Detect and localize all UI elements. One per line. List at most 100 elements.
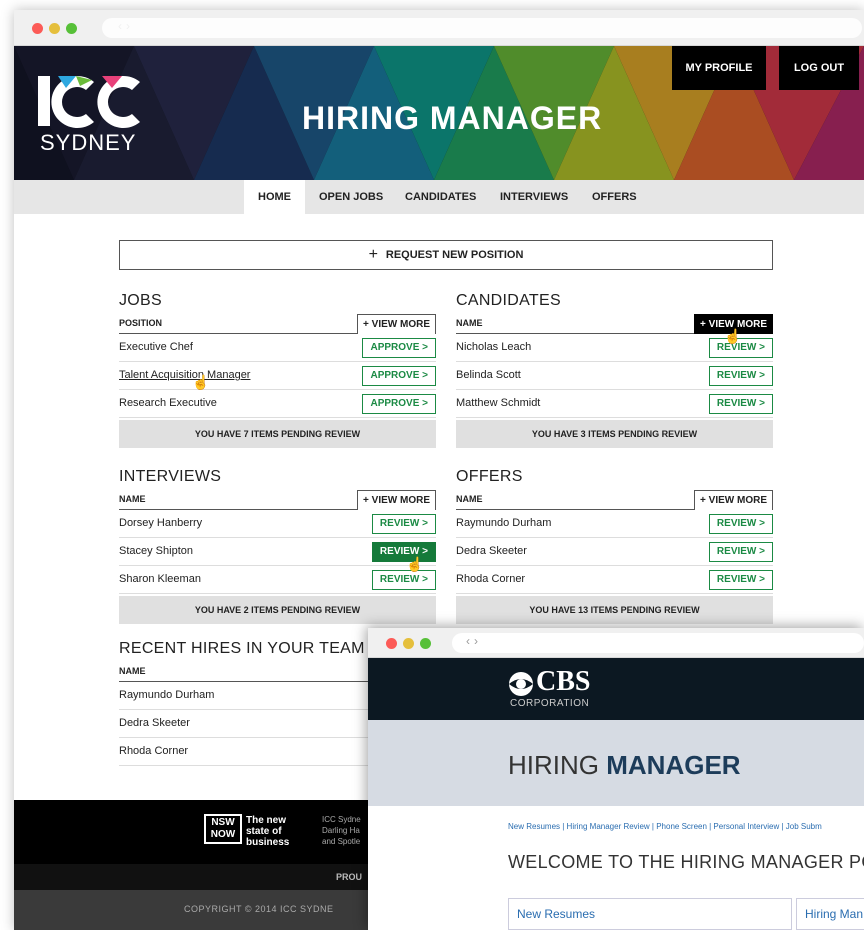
interviews-pending-banner[interactable]: YOU HAVE 2 ITEMS PENDING REVIEW [119,596,436,624]
table-row: Dorsey Hanberry REVIEW > [119,510,436,538]
tab-offers[interactable]: OFFERS [592,180,637,214]
cbs-corporation-label: CORPORATION [510,698,590,709]
my-profile-button[interactable]: MY PROFILE [672,46,766,90]
tab-home[interactable]: HOME [244,180,305,214]
tab-open-jobs[interactable]: OPEN JOBS [319,180,383,214]
review-button[interactable]: REVIEW > [708,366,773,386]
tab-new-resumes[interactable]: New Resumes [508,898,792,930]
review-button[interactable]: REVIEW > [708,514,773,534]
cbs-title-band: HIRING MANAGER [368,720,864,806]
table-row: Belinda Scott REVIEW > [456,362,773,390]
table-row: Executive Chef APPROVE > [119,334,436,362]
request-new-position-label: REQUEST NEW POSITION [385,249,524,261]
interviews-title: INTERVIEWS [119,468,222,485]
jobs-title: JOBS [119,292,162,309]
review-button[interactable]: REVIEW > [371,570,436,590]
hand-cursor-icon: ☝ [192,374,210,390]
offers-pending-banner[interactable]: YOU HAVE 13 ITEMS PENDING REVIEW [456,596,773,624]
job-name: Research Executive [119,397,217,409]
candidate-name: Belinda Scott [456,369,521,381]
candidate-name: Nicholas Leach [456,341,532,353]
address-line: ICC Sydne [322,815,361,824]
page-title: HIRING MANAGER [302,100,603,136]
interviewee-name: Sharon Kleeman [119,573,201,585]
workflow-links[interactable]: New Resumes | Hiring Manager Review | Ph… [508,822,822,831]
column-header: NAME [119,666,146,676]
maximize-window-icon[interactable] [420,638,431,649]
tab-interviews[interactable]: INTERVIEWS [500,180,568,214]
welcome-heading: WELCOME TO THE HIRING MANAGER POR [508,852,864,872]
review-button[interactable]: REVIEW > [371,514,436,534]
title-bold: MANAGER [606,750,741,780]
review-button-active[interactable]: REVIEW > [371,542,436,562]
minimize-window-icon[interactable] [403,638,414,649]
hand-cursor-icon: ☝ [724,328,742,344]
hire-name: Raymundo Durham [119,689,215,701]
offers-title: OFFERS [456,468,523,485]
approve-button[interactable]: APPROVE > [362,366,436,386]
offer-name: Dedra Skeeter [456,545,527,557]
maximize-window-icon[interactable] [66,23,77,34]
address-bar[interactable] [452,633,864,653]
cbs-page-title: HIRING MANAGER [508,750,741,781]
tab-candidates[interactable]: CANDIDATES [405,180,476,214]
review-button[interactable]: REVIEW > [708,570,773,590]
browser-chrome: ‹› [14,10,864,46]
candidates-pending-banner[interactable]: YOU HAVE 3 ITEMS PENDING REVIEW [456,420,773,448]
logo-wordmark: SYDNEY [40,130,137,155]
footer-tagline: The new state of business [246,815,289,848]
nsw-now-logo: NSW NOW [204,814,242,844]
cbs-header: CBS CORPORATION [368,658,864,720]
plus-icon: + [368,246,378,263]
table-row: Talent Acquisition Manager APPROVE > [119,362,436,390]
hero-banner: SYDNEY HIRING MANAGER MY PROFILE LOG OUT [14,46,864,180]
table-row: Dedra Skeeter REVIEW > [456,538,773,566]
footer-address: ICC Sydne Darling Ha and Spotle [322,814,361,847]
copyright-text: COPYRIGHT © 2014 ICC SYDNE [184,904,334,914]
table-row: Stacey Shipton REVIEW > [119,538,436,566]
browser-chrome: ‹› [368,628,864,658]
tagline-line: The new [246,815,287,826]
footer-proud-text: PROU [336,872,363,882]
table-row: Research Executive APPROVE > [119,390,436,418]
minimize-window-icon[interactable] [49,23,60,34]
address-line: Darling Ha [322,826,360,835]
title-light: HIRING [508,750,607,780]
candidate-name: Matthew Schmidt [456,397,541,409]
address-line: and Spotle [322,837,361,846]
interviews-panel: INTERVIEWS NAME + VIEW MORE Dorsey Hanbe… [119,468,436,624]
hand-cursor-icon: ☝ [406,556,424,572]
offers-panel: OFFERS NAME + VIEW MORE Raymundo Durham … [456,468,773,624]
approve-button[interactable]: APPROVE > [362,394,436,414]
jobs-panel: JOBS POSITION + VIEW MORE Executive Chef… [119,292,436,448]
close-window-icon[interactable] [386,638,397,649]
offers-view-more-button[interactable]: + VIEW MORE [694,490,773,510]
column-header: NAME [456,318,483,328]
offer-name: Rhoda Corner [456,573,526,585]
column-header: POSITION [119,318,163,328]
tagline-line: business [246,837,290,848]
interviews-header: NAME + VIEW MORE [119,490,436,510]
tagline-line: state of [246,826,282,837]
cbs-wordmark: CBS [536,666,591,697]
interviewee-name: Stacey Shipton [119,545,193,557]
approve-button[interactable]: APPROVE > [362,338,436,358]
tab-hiring-manager-review[interactable]: Hiring Man [796,898,864,930]
log-out-button[interactable]: LOG OUT [779,46,859,90]
jobs-view-more-button[interactable]: + VIEW MORE [357,314,436,334]
request-new-position-button[interactable]: + REQUEST NEW POSITION [119,240,773,270]
jobs-pending-banner[interactable]: YOU HAVE 7 ITEMS PENDING REVIEW [119,420,436,448]
job-name-link[interactable]: Talent Acquisition Manager [119,369,250,381]
table-row: Matthew Schmidt REVIEW > [456,390,773,418]
interviews-view-more-button[interactable]: + VIEW MORE [357,490,436,510]
review-button[interactable]: REVIEW > [708,542,773,562]
column-header: NAME [456,494,483,504]
offer-name: Raymundo Durham [456,517,552,529]
browser-window-cbs: ‹› CBS CORPORATION HIRING MANAGER New Re… [368,628,864,930]
close-window-icon[interactable] [32,23,43,34]
address-bar[interactable] [102,18,862,38]
review-button[interactable]: REVIEW > [708,394,773,414]
jobs-header: POSITION + VIEW MORE [119,314,436,334]
job-name: Executive Chef [119,341,193,353]
back-forward-icon[interactable]: ‹› [466,634,482,648]
